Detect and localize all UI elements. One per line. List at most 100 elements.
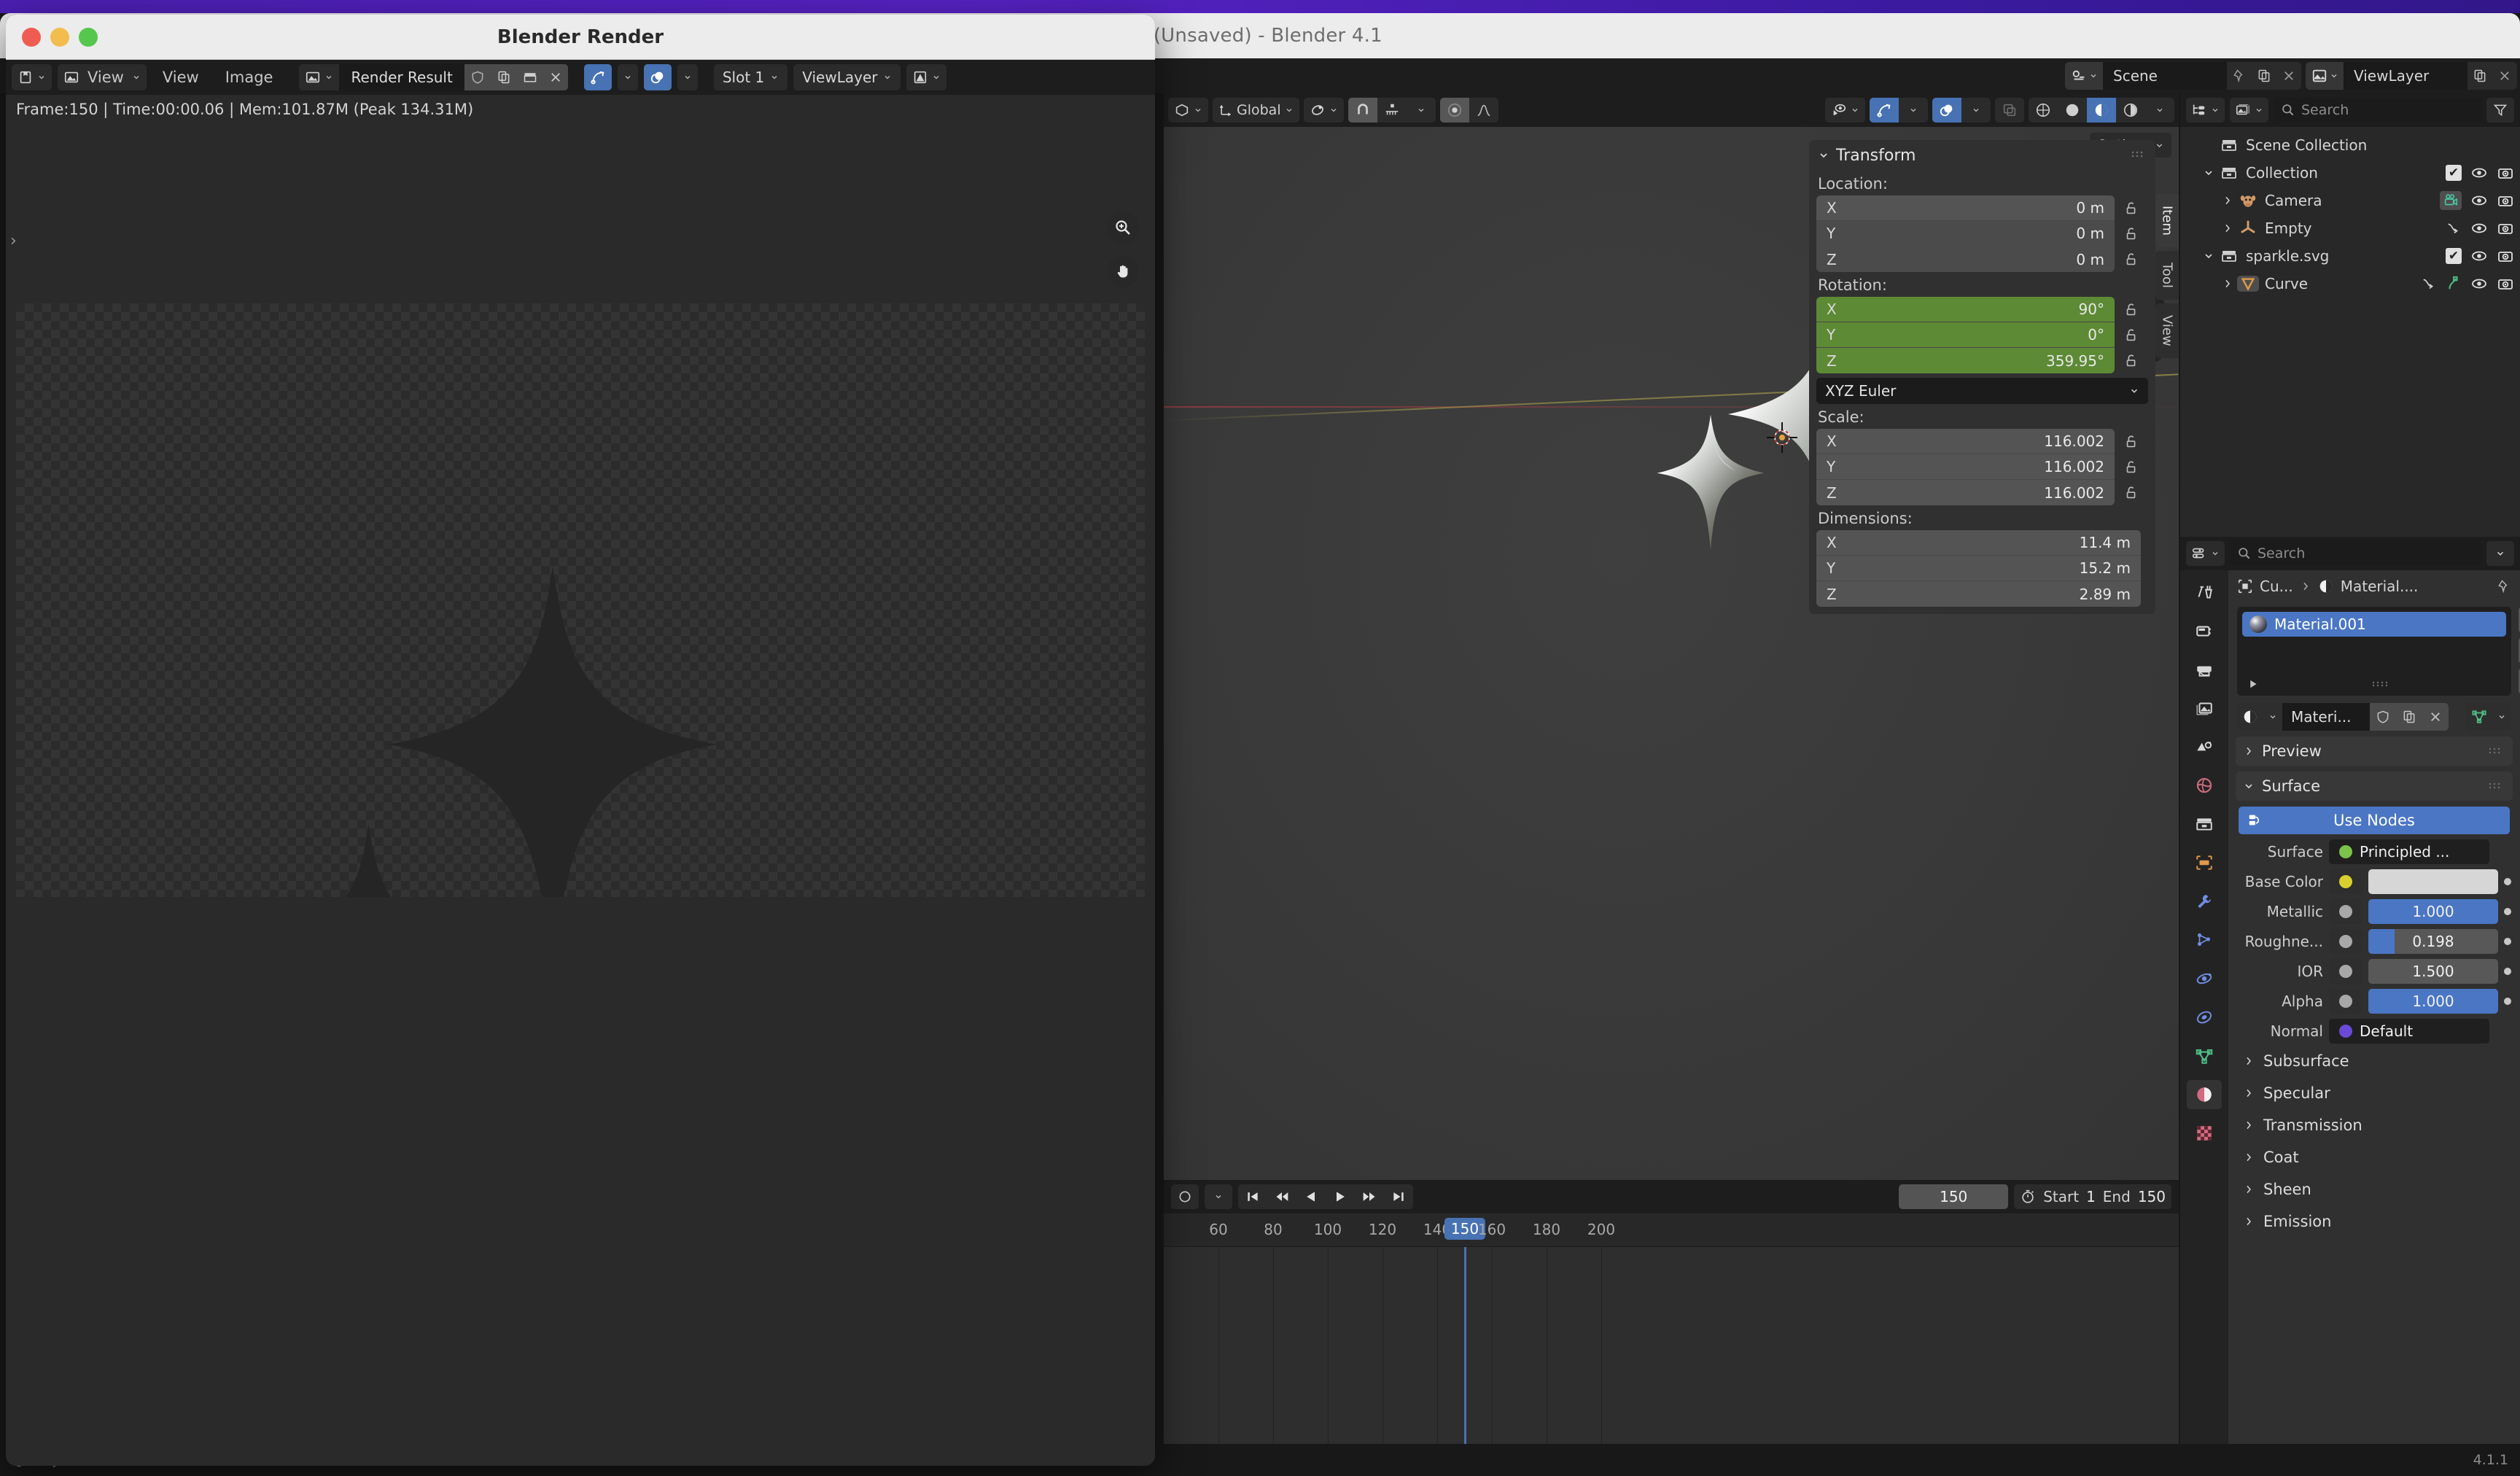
- scale-x-lock-icon[interactable]: [2115, 429, 2148, 454]
- eye-icon[interactable]: [2470, 247, 2488, 265]
- prop-field-base-color-swatch[interactable]: [2368, 869, 2498, 894]
- socket-metallic-chip[interactable]: [2329, 899, 2362, 924]
- image-datablock-icon[interactable]: [299, 64, 340, 90]
- material-name-field[interactable]: Materi...: [2282, 703, 2370, 731]
- pin-icon[interactable]: [2227, 62, 2252, 90]
- dimensions-y-field[interactable]: Y 15.2 m: [1816, 556, 2141, 581]
- timeline-body[interactable]: [1164, 1247, 2179, 1457]
- material-sphere-icon[interactable]: [2237, 703, 2263, 731]
- folder-icon[interactable]: [516, 64, 543, 90]
- overlays-dropdown-chevron-icon[interactable]: [1961, 98, 1991, 123]
- rotation-x-field[interactable]: X 90°: [1816, 297, 2115, 322]
- chevron-down-icon[interactable]: [2263, 703, 2282, 731]
- frame-start-value[interactable]: 1: [2086, 1188, 2096, 1205]
- frame-range-controls[interactable]: Start 1 End 150: [2014, 1184, 2171, 1209]
- transform-orientation-button[interactable]: Global: [1213, 98, 1299, 123]
- shield-icon[interactable]: [2370, 703, 2396, 731]
- curve-tool-toggle[interactable]: [583, 64, 612, 90]
- xray-icon[interactable]: [1995, 98, 2024, 123]
- location-x-lock-icon[interactable]: [2115, 195, 2148, 221]
- zoom-icon[interactable]: [1107, 211, 1139, 244]
- rotation-z-field[interactable]: Z 359.95°: [1816, 348, 2115, 373]
- eye-icon[interactable]: [2470, 164, 2488, 182]
- render-image-area[interactable]: ›: [6, 124, 1155, 897]
- material-datablock-row[interactable]: Materi...: [2237, 703, 2511, 731]
- panel-header-subsurface[interactable]: Subsurface: [2236, 1046, 2513, 1076]
- properties-tab-scene[interactable]: [2187, 732, 2222, 761]
- chevron-right-icon[interactable]: [2218, 278, 2237, 290]
- viewlayer-name[interactable]: ViewLayer: [2344, 62, 2468, 90]
- playback-transport[interactable]: [1238, 1184, 1413, 1209]
- location-y-field[interactable]: Y 0 m: [1816, 221, 2115, 246]
- properties-tab-output[interactable]: [2187, 655, 2222, 684]
- socket-ior-chip[interactable]: [2329, 959, 2362, 984]
- timeline-playhead-line[interactable]: [1464, 1247, 1466, 1457]
- prop-field-metallic[interactable]: 1.000: [2368, 899, 2498, 924]
- scale-fields[interactable]: X 116.002 Y 116.002 Z 116.002: [1816, 429, 2148, 505]
- copy-icon[interactable]: [2468, 62, 2492, 90]
- prop-row-ior[interactable]: IOR 1.500: [2237, 959, 2511, 984]
- use-nodes-button[interactable]: Use Nodes: [2239, 807, 2510, 834]
- sidebar-tab-tool[interactable]: Tool: [2155, 250, 2179, 300]
- frame-end-value[interactable]: 150: [2138, 1188, 2166, 1205]
- x-icon[interactable]: [542, 64, 568, 90]
- outliner-display-mode-button[interactable]: [2186, 98, 2225, 123]
- properties-tab-particles[interactable]: [2187, 925, 2222, 955]
- properties-tab-data[interactable]: [2187, 1041, 2222, 1071]
- properties-options-chevron-icon[interactable]: [2486, 541, 2514, 566]
- outliner-row-scene-collection[interactable]: Scene Collection: [2180, 131, 2520, 159]
- socket-base-color-chip[interactable]: [2329, 869, 2362, 894]
- location-z-field[interactable]: Z 0 m: [1816, 246, 2115, 272]
- blender-render-window[interactable]: Blender Render View View Image Render Re…: [6, 15, 1155, 1466]
- prop-row-normal[interactable]: Normal Default: [2237, 1019, 2511, 1044]
- viewport-3d[interactable]: Global Item Tool View Transform Location…: [1164, 93, 2179, 1180]
- location-z-lock-icon[interactable]: [2115, 246, 2148, 272]
- current-frame-field[interactable]: 150: [1899, 1184, 2009, 1209]
- properties-search-input[interactable]: Search: [2230, 541, 2481, 566]
- render-nav-buttons[interactable]: [1107, 211, 1139, 287]
- breadcrumb-material-label[interactable]: Material....: [2341, 578, 2419, 595]
- render-menu-image[interactable]: Image: [215, 69, 284, 86]
- material-slot-list[interactable]: Material.001 +: [2237, 607, 2520, 696]
- chevron-right-icon[interactable]: [2218, 195, 2237, 206]
- properties-tab-world[interactable]: [2187, 771, 2222, 800]
- camera-data-icon[interactable]: [2440, 191, 2462, 210]
- shading-material-preview-icon[interactable]: [2087, 98, 2116, 123]
- animate-base-color-dot[interactable]: [2504, 878, 2511, 885]
- shading-rendered-icon[interactable]: [2116, 98, 2145, 123]
- copy-icon[interactable]: [2252, 62, 2276, 90]
- render-passes-chevron-icon[interactable]: [677, 64, 698, 90]
- render-slot-select[interactable]: Slot 1: [713, 64, 788, 90]
- outliner-row-curve[interactable]: Curve: [2180, 270, 2520, 298]
- transform-panel-header[interactable]: Transform: [1809, 140, 2155, 171]
- chevron-down-icon[interactable]: [2199, 167, 2218, 179]
- sidebar-tab-item[interactable]: Item: [2155, 194, 2179, 247]
- scale-z-lock-icon[interactable]: [2115, 480, 2148, 505]
- play-reverse-icon[interactable]: [1296, 1184, 1326, 1209]
- properties-tab-render[interactable]: [2187, 616, 2222, 645]
- sidebar-tab-view[interactable]: View: [2155, 303, 2179, 358]
- copy-icon[interactable]: [2396, 703, 2422, 731]
- jump-prev-keyframe-icon[interactable]: [1267, 1184, 1296, 1209]
- transform-npanel[interactable]: Transform Location: X 0 m Y 0 m Z 0 m Ro…: [1809, 140, 2155, 614]
- prop-row-base-color[interactable]: Base Color: [2237, 869, 2511, 894]
- animate-roughness-dot[interactable]: [2504, 938, 2511, 945]
- render-passes-toggle[interactable]: [643, 64, 672, 90]
- socket-roughness-chip[interactable]: [2329, 929, 2362, 954]
- scene-icon[interactable]: [2065, 62, 2103, 90]
- properties-breadcrumb[interactable]: Cu... Material....: [2228, 570, 2520, 602]
- rotation-z-lock-icon[interactable]: [2115, 348, 2148, 373]
- outliner-search-input[interactable]: Search: [2274, 98, 2481, 123]
- camera-render-icon[interactable]: [2497, 247, 2514, 265]
- overlays-icon[interactable]: [1932, 98, 1961, 123]
- chevron-right-icon[interactable]: [2218, 222, 2237, 234]
- panel-header-sheen[interactable]: Sheen: [2236, 1175, 2513, 1204]
- outliner-id-type-button[interactable]: [2230, 98, 2268, 123]
- render-menu-view[interactable]: View: [152, 69, 209, 86]
- properties-tab-collection[interactable]: [2187, 809, 2222, 839]
- material-browse-button[interactable]: Materi...: [2237, 703, 2449, 731]
- render-sidebar-toggle-icon[interactable]: ›: [10, 232, 17, 250]
- magnet-icon[interactable]: [1348, 98, 1377, 123]
- panel-header-specular[interactable]: Specular: [2236, 1079, 2513, 1108]
- timeline-editor[interactable]: 150 Start 1 End 150 60 80 100 120 140 15…: [1164, 1180, 2179, 1457]
